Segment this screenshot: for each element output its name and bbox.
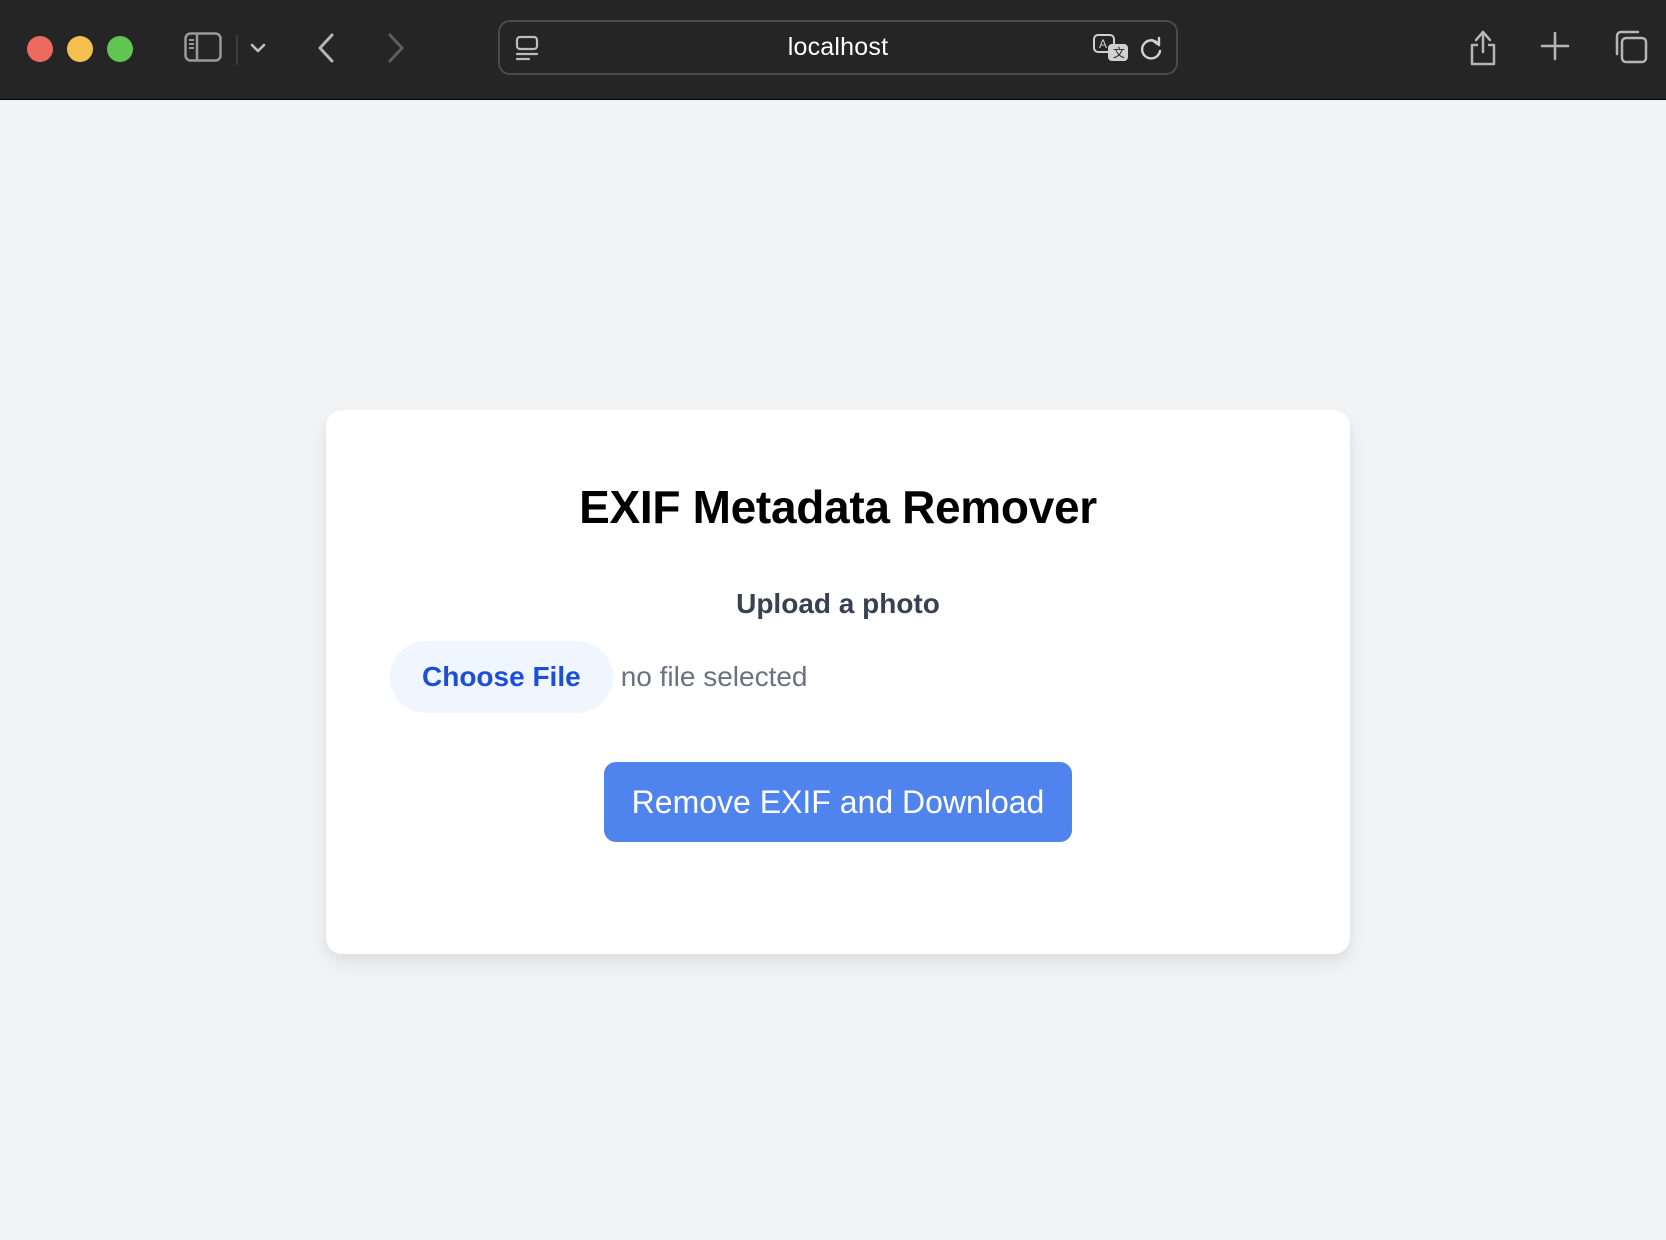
reload-icon[interactable] [1136, 34, 1166, 64]
minimize-window-button[interactable] [67, 36, 93, 62]
toolbar-divider [236, 35, 238, 65]
close-window-button[interactable] [27, 36, 53, 62]
plus-icon[interactable] [1539, 30, 1571, 62]
choose-file-button[interactable]: Choose File [390, 641, 613, 713]
upload-label: Upload a photo [736, 588, 940, 619]
zoom-window-button[interactable] [107, 36, 133, 62]
address-text: localhost [787, 33, 889, 61]
back-arrow-icon[interactable] [312, 30, 340, 66]
file-status-text: no file selected [620, 661, 808, 692]
exif-remover-card: EXIF Metadata Remover Upload a photo Cho… [326, 410, 1350, 954]
translate-icon[interactable]: A 文 [1092, 33, 1132, 65]
share-icon[interactable] [1466, 26, 1500, 68]
svg-text:文: 文 [1113, 45, 1125, 60]
chevron-down-icon[interactable] [248, 38, 268, 58]
svg-text:A: A [1099, 37, 1107, 51]
address-bar[interactable]: localhost A 文 [498, 20, 1178, 75]
tabs-overview-icon[interactable] [1612, 28, 1650, 66]
forward-arrow-icon[interactable] [382, 30, 410, 66]
page-title: EXIF Metadata Remover [579, 481, 1097, 533]
browser-toolbar: localhost A 文 [0, 0, 1666, 100]
remove-exif-download-button[interactable]: Remove EXIF and Download [604, 762, 1072, 842]
file-input[interactable]: Choose File no file selected [390, 641, 808, 713]
sidebar-icon[interactable] [183, 30, 223, 64]
